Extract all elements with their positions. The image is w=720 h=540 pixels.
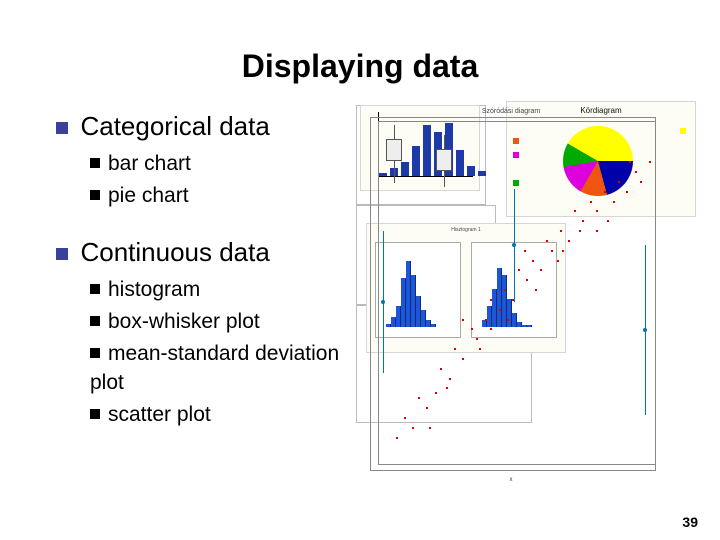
list-item: box-whisker plot: [108, 310, 260, 333]
scatter-xlabel: x: [357, 477, 665, 483]
section-heading-categorical: Categorical data: [80, 111, 269, 141]
slide-title: Displaying data: [56, 48, 664, 85]
list-item: histogram: [108, 278, 200, 301]
bullet-icon: [90, 284, 100, 294]
page-number: 39: [682, 514, 698, 530]
graphics-column: Kördiagram Hisztogram 1 Box & Whisker: [356, 105, 664, 485]
section-heading-continuous: Continuous data: [80, 237, 269, 267]
scatter-thumb: Szóródási diagram x: [356, 305, 532, 423]
list-item: pie chart: [108, 184, 189, 207]
text-column: Categorical data bar chart pie chart Con…: [56, 105, 356, 485]
bullet-icon: [90, 158, 100, 168]
list-item: bar chart: [108, 152, 191, 175]
bullet-icon: [90, 316, 100, 326]
scatter-title: Szóródási diagram: [357, 108, 665, 115]
list-item: mean-standard deviation plot: [90, 342, 339, 393]
bullet-icon: [90, 190, 100, 200]
bullet-icon: [90, 409, 100, 419]
bullet-icon: [56, 122, 68, 134]
bullet-icon: [90, 348, 100, 358]
bullet-icon: [56, 248, 68, 260]
list-item: scatter plot: [108, 403, 211, 426]
